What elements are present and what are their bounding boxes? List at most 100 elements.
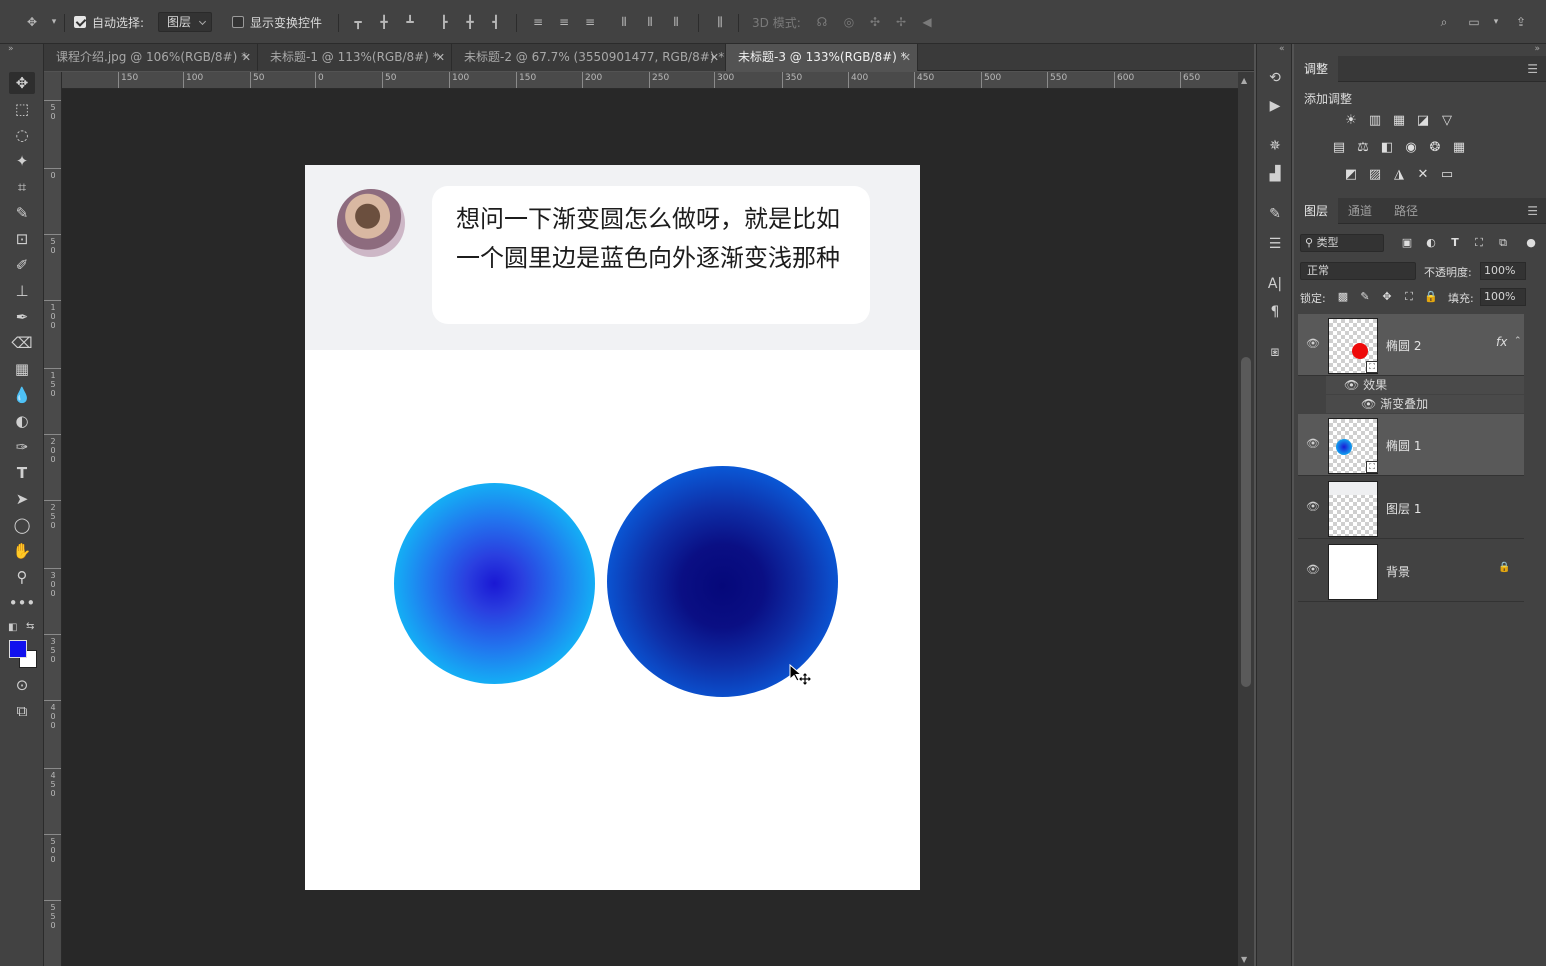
tab-course-intro[interactable]: 课程介绍.jpg @ 106%(RGB/8#) * ✕: [44, 44, 258, 71]
3d-panel-icon[interactable]: ⧆: [1265, 342, 1285, 362]
document-canvas[interactable]: 想问一下渐变圆怎么做呀，就是比如一个圆里边是蓝色向外逐渐变浅那种: [305, 165, 920, 890]
exposure-icon[interactable]: ◪: [1414, 112, 1432, 130]
distribute-vcenter-icon[interactable]: ≡: [556, 14, 572, 30]
curves-icon[interactable]: ▦: [1390, 112, 1408, 130]
filter-pixel-icon[interactable]: ▣: [1398, 234, 1416, 252]
layer-row-ellipse-2[interactable]: 👁 ⛶ 椭圆 2 fx ⌃: [1298, 314, 1524, 376]
screen-mode-icon[interactable]: ⧉: [9, 700, 35, 722]
type-tool-icon[interactable]: T: [9, 462, 35, 484]
scale-3d-icon[interactable]: ◀: [919, 14, 935, 30]
visibility-eye-icon[interactable]: 👁: [1306, 563, 1320, 577]
character-panel-icon[interactable]: A|: [1265, 274, 1285, 294]
tab-paths[interactable]: 路径: [1384, 198, 1428, 224]
marquee-tool-icon[interactable]: ⬚: [9, 98, 35, 120]
lasso-tool-icon[interactable]: ◌: [9, 124, 35, 146]
layer-name[interactable]: 背景: [1386, 563, 1410, 580]
paragraph-panel-icon[interactable]: ¶: [1265, 302, 1285, 322]
tab-adjustments[interactable]: 调整: [1294, 56, 1339, 82]
quick-mask-icon[interactable]: ⊙: [9, 674, 35, 696]
collapse-strip-icon[interactable]: «: [1279, 44, 1285, 54]
layer-name[interactable]: 椭圆 2: [1386, 337, 1421, 354]
filter-shape-icon[interactable]: ⛶: [1470, 234, 1488, 252]
share-icon[interactable]: ⇪: [1513, 14, 1529, 30]
auto-select-target-select[interactable]: 图层: [158, 12, 213, 32]
lock-artboard-icon[interactable]: ⛶: [1400, 288, 1418, 306]
selective-color-icon[interactable]: ✕: [1414, 166, 1432, 184]
workspace-chevron-icon[interactable]: ▾: [1488, 14, 1504, 30]
scrollbar-thumb[interactable]: [1241, 357, 1251, 687]
layer-row-layer-1[interactable]: 👁 图层 1: [1298, 477, 1524, 539]
posterize-icon[interactable]: ▨: [1366, 166, 1384, 184]
more-tools-icon[interactable]: •••: [9, 592, 36, 614]
default-colors-icon[interactable]: ◧: [8, 622, 17, 633]
collapse-effects-icon[interactable]: ⌃: [1514, 336, 1522, 346]
gradient-overlay-row[interactable]: 👁 渐变叠加: [1326, 395, 1524, 413]
tab-untitled-3[interactable]: 未标题-3 @ 133%(RGB/8#) * ✕: [726, 44, 918, 71]
navigator-panel-icon[interactable]: ✵: [1265, 136, 1285, 156]
swap-colors-icon[interactable]: ⇆: [26, 621, 34, 632]
blend-mode-select[interactable]: 正常: [1300, 262, 1416, 280]
filter-type-icon[interactable]: T: [1446, 234, 1464, 252]
tab-untitled-1[interactable]: 未标题-1 @ 113%(RGB/8#) * ✕: [258, 44, 452, 71]
close-icon[interactable]: ✕: [436, 44, 445, 71]
actions-play-icon[interactable]: ▶: [1265, 96, 1285, 116]
orbit-3d-icon[interactable]: ☊: [814, 14, 830, 30]
pen-tool-icon[interactable]: ✑: [9, 436, 35, 458]
tool-preset-chevron-icon[interactable]: ▾: [46, 14, 62, 30]
frame-tool-icon[interactable]: ⊡: [9, 228, 35, 250]
foreground-color-swatch[interactable]: [9, 640, 27, 658]
hand-tool-icon[interactable]: ✋: [9, 540, 35, 562]
layer-row-background[interactable]: 👁 背景 🔒: [1298, 540, 1524, 602]
levels-icon[interactable]: ▥: [1366, 112, 1384, 130]
path-select-tool-icon[interactable]: ➤: [9, 488, 35, 510]
blur-tool-icon[interactable]: 💧: [9, 384, 35, 406]
properties-panel-icon[interactable]: ☰: [1265, 234, 1285, 254]
channel-mixer-icon[interactable]: ❂: [1426, 139, 1444, 157]
lock-pixels-icon[interactable]: ✎: [1356, 288, 1374, 306]
zoom-tool-icon[interactable]: ⚲: [9, 566, 35, 588]
pan-3d-icon[interactable]: ✣: [867, 14, 883, 30]
scroll-down-icon[interactable]: ▼: [1241, 955, 1247, 964]
color-lookup-icon[interactable]: ▦: [1450, 139, 1468, 157]
close-icon[interactable]: ✕: [242, 44, 251, 71]
auto-select-toggle[interactable]: 自动选择:: [74, 12, 144, 32]
black-white-icon[interactable]: ◧: [1378, 139, 1396, 157]
vertical-scrollbar[interactable]: ▲ ▼: [1238, 72, 1254, 966]
slide-3d-icon[interactable]: ✢: [893, 14, 909, 30]
tab-channels[interactable]: 通道: [1338, 198, 1382, 224]
distribute-right-icon[interactable]: ⦀: [668, 14, 684, 30]
filter-adjustment-icon[interactable]: ◐: [1422, 234, 1440, 252]
eraser-tool-icon[interactable]: ⌫: [9, 332, 35, 354]
show-transform-checkbox[interactable]: [232, 16, 244, 28]
filter-smart-object-icon[interactable]: ⧉: [1494, 234, 1512, 252]
tab-untitled-2[interactable]: 未标题-2 @ 67.7% (3550901477, RGB/8#) * ✕: [452, 44, 726, 71]
canvas-area[interactable]: 想问一下渐变圆怎么做呀，就是比如一个圆里边是蓝色向外逐渐变浅那种: [62, 89, 1238, 966]
collapse-toolbar-icon[interactable]: »: [8, 44, 14, 54]
visibility-eye-icon[interactable]: 👁: [1306, 337, 1320, 351]
move-tool-icon[interactable]: ✥: [24, 14, 40, 30]
visibility-eye-icon[interactable]: 👁: [1344, 378, 1359, 392]
align-bottom-icon[interactable]: ┻: [402, 14, 418, 30]
lock-position-icon[interactable]: ✥: [1378, 288, 1396, 306]
close-icon[interactable]: ✕: [902, 44, 911, 71]
history-panel-icon[interactable]: ⟲: [1265, 68, 1285, 88]
layer-filter-select[interactable]: ⚲ 类型: [1300, 234, 1384, 252]
gradient-map-icon[interactable]: ▭: [1438, 166, 1456, 184]
move-tool-icon[interactable]: ✥: [9, 72, 35, 94]
ellipse-1-gradient-circle[interactable]: [394, 483, 595, 684]
dodge-tool-icon[interactable]: ◐: [9, 410, 35, 432]
fill-input[interactable]: 100%: [1480, 288, 1526, 306]
ruler-vertical[interactable]: 5 0 0 5 0 1 0 0 1 5 0 2 0 0 2 5 0 3 0 0 3 5 0 4 0…: [44, 72, 62, 966]
align-vcenter-icon[interactable]: ╋: [376, 14, 392, 30]
filter-toggle-icon[interactable]: ●: [1522, 234, 1540, 252]
magic-wand-tool-icon[interactable]: ✦: [9, 150, 35, 172]
auto-select-checkbox[interactable]: [74, 16, 86, 28]
align-right-icon[interactable]: ┫: [488, 14, 504, 30]
layer-row-ellipse-1[interactable]: 👁 ⛶ 椭圆 1: [1298, 414, 1524, 476]
lock-all-icon[interactable]: 🔒: [1422, 288, 1440, 306]
invert-icon[interactable]: ◩: [1342, 166, 1360, 184]
photo-filter-icon[interactable]: ◉: [1402, 139, 1420, 157]
ruler-horizontal[interactable]: 150 100 50 0 50 100 150 200 250 300 350 400 450 500 55…: [62, 72, 1238, 89]
visibility-eye-icon[interactable]: 👁: [1361, 397, 1376, 411]
distribute-left-icon[interactable]: ⦀: [616, 14, 632, 30]
